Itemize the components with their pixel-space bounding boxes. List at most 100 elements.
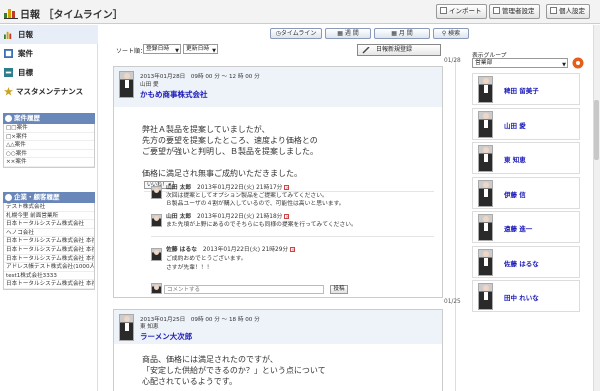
daily-report-card: 2013年01月25日 09時 00 分 ～ 18 時 00 分 東 知恵 ラー… bbox=[113, 309, 443, 391]
my-avatar bbox=[151, 283, 162, 294]
history-icon bbox=[5, 115, 12, 122]
nav-item-targets[interactable]: 目標 bbox=[0, 63, 98, 82]
delete-comment-icon[interactable]: × bbox=[284, 214, 290, 219]
report-author: 山田 愛 bbox=[140, 82, 159, 88]
scrollbar-thumb[interactable] bbox=[594, 100, 599, 160]
member-name[interactable]: 伊藤 信 bbox=[504, 189, 526, 199]
user-icon bbox=[550, 7, 557, 14]
timeline-axis bbox=[455, 58, 456, 391]
report-body-line: 商品、価格には満足されたのですが、 bbox=[142, 355, 278, 364]
member-card[interactable]: 田中 れいな bbox=[472, 280, 580, 312]
daily-report-icon bbox=[4, 31, 12, 39]
list-item[interactable]: 日本トータルシステム株式会社 bbox=[4, 220, 94, 229]
company-link[interactable]: ラーメン大次郎 bbox=[140, 331, 192, 342]
member-name[interactable]: 稗田 留美子 bbox=[504, 85, 539, 95]
list-item[interactable]: 札幌今里 前面営業所 bbox=[4, 212, 94, 221]
member-card[interactable]: 稗田 留美子 bbox=[472, 73, 580, 105]
avatar bbox=[478, 179, 493, 207]
list-item[interactable]: テスト株式会社 bbox=[4, 203, 94, 212]
list-item[interactable]: 日本トータルシステム株式会社 本社(札幌) bbox=[4, 246, 94, 255]
report-body-line: ご要望が強いと判明し、Ｂ製品を提案しました。 bbox=[142, 147, 318, 156]
post-comment-button[interactable]: 投稿 bbox=[330, 285, 348, 294]
comment-avatar bbox=[151, 248, 162, 261]
page-scrollbar[interactable] bbox=[593, 25, 600, 391]
list-item[interactable]: △△案件 bbox=[4, 141, 94, 150]
timeline-button[interactable]: ◷タイムライン bbox=[270, 28, 322, 39]
client-history-list: テスト株式会社 札幌今里 前面営業所 日本トータルシステム株式会社 ヘノコ会社 日本トー… bbox=[3, 203, 95, 290]
sort-select-registered[interactable]: 登録日時 ▼ bbox=[143, 44, 181, 54]
report-datetime: 2013年01月28日 09時 00 分 ～ 12 時 00 分 bbox=[140, 74, 260, 80]
delete-comment-icon[interactable]: × bbox=[290, 247, 296, 252]
client-history-header: 企業・顧客履歴 bbox=[3, 192, 95, 203]
chart-logo-icon bbox=[4, 5, 18, 19]
list-item[interactable]: アドレス帳テスト株式会社(1000人) bbox=[4, 263, 94, 272]
dropdown-arrow-icon: ▼ bbox=[212, 48, 216, 54]
case-history-list: □□案件 □×案件 △△案件 ○○案件 ××案件 bbox=[3, 124, 95, 168]
nav-item-cases[interactable]: 案件 bbox=[0, 44, 98, 63]
list-item[interactable]: □×案件 bbox=[4, 133, 94, 142]
list-item[interactable]: 日本トータルシステム株式会社 本社(札幌)22 bbox=[4, 280, 94, 289]
page-title: 日報 ［タイムライン］ bbox=[20, 10, 123, 21]
report-author: 東 知恵 bbox=[140, 324, 159, 330]
member-name[interactable]: 東 知恵 bbox=[504, 154, 526, 164]
member-card[interactable]: 山田 愛 bbox=[472, 107, 580, 140]
history-icon bbox=[5, 194, 12, 201]
avatar bbox=[119, 71, 134, 98]
personal-settings-button[interactable]: 個人設定 bbox=[546, 4, 590, 19]
star-icon bbox=[4, 87, 13, 96]
comment-text: Ｂ製品ユーザの４割が購入しているので、可能性は高いと思います。 bbox=[166, 201, 345, 207]
avatar bbox=[478, 248, 493, 276]
member-card[interactable]: 佐藤 はるな bbox=[472, 245, 580, 278]
nav-item-daily[interactable]: 日報 bbox=[0, 25, 98, 44]
avatar bbox=[119, 314, 134, 341]
import-icon bbox=[440, 7, 447, 14]
case-history-header: 案件履歴 bbox=[3, 113, 95, 124]
import-button[interactable]: インポート bbox=[436, 4, 487, 19]
report-body-line: 価格に満足され無事ご成約いただきました。 bbox=[142, 169, 302, 178]
divider bbox=[151, 236, 434, 237]
list-item[interactable]: ヘノコ会社 bbox=[4, 229, 94, 238]
week-icon: ▦ bbox=[337, 30, 345, 37]
member-card[interactable]: 遠藤 進一 bbox=[472, 211, 580, 243]
report-body-line: 弊社Ａ製品を提案していましたが、 bbox=[142, 125, 270, 134]
list-item[interactable]: test1株式会社3333 bbox=[4, 272, 94, 281]
list-item[interactable]: □□案件 bbox=[4, 124, 94, 133]
comment-avatar bbox=[151, 186, 162, 199]
daily-report-card: 2013年01月28日 09時 00 分 ～ 12 時 00 分 山田 愛 かも… bbox=[113, 66, 443, 298]
list-item[interactable]: ××案件 bbox=[4, 158, 94, 167]
member-card[interactable]: 東 知恵 bbox=[472, 142, 580, 174]
search-button[interactable]: ⚲ 検索 bbox=[433, 28, 469, 39]
list-item[interactable]: 日本トータルシステム株式会社 本社(札幌)4 bbox=[4, 255, 94, 264]
comment-text: さすが先輩！！！ bbox=[166, 265, 213, 271]
pencil-icon bbox=[362, 47, 370, 54]
date-marker: 01/28 bbox=[444, 58, 461, 64]
date-marker: 01/25 bbox=[444, 299, 461, 305]
avatar bbox=[478, 145, 493, 172]
member-name[interactable]: 田中 れいな bbox=[504, 292, 539, 302]
avatar bbox=[478, 283, 493, 310]
dropdown-arrow-icon: ▼ bbox=[175, 48, 179, 54]
company-link[interactable]: かもめ商事株式会社 bbox=[140, 89, 208, 100]
nav-item-master[interactable]: マスタメンテナンス bbox=[0, 82, 98, 101]
comment-input[interactable] bbox=[164, 285, 324, 294]
list-item[interactable]: ○○案件 bbox=[4, 150, 94, 159]
sort-select-updated[interactable]: 更新日時 ▼ bbox=[183, 44, 218, 54]
comment-text: ご成約おめでとうございます。 bbox=[166, 256, 247, 262]
month-view-button[interactable]: ▦ 月 間 bbox=[374, 28, 430, 39]
month-icon: ▦ bbox=[391, 30, 399, 37]
member-name[interactable]: 佐藤 はるな bbox=[504, 258, 539, 268]
avatar bbox=[478, 214, 493, 241]
new-daily-report-button[interactable]: 日報新規登録 bbox=[357, 44, 441, 56]
admin-icon bbox=[493, 7, 500, 14]
member-card[interactable]: 伊藤 信 bbox=[472, 176, 580, 209]
member-name[interactable]: 遠藤 進一 bbox=[504, 223, 532, 233]
comment-avatar bbox=[151, 214, 162, 227]
list-item[interactable]: 日本トータルシステム株式会社 本社(札幌) bbox=[4, 237, 94, 246]
avatar bbox=[478, 76, 493, 103]
member-name[interactable]: 山田 愛 bbox=[504, 120, 526, 130]
delete-comment-icon[interactable]: × bbox=[284, 185, 290, 190]
target-icon bbox=[4, 68, 13, 77]
report-body-line: 先方の要望を提案したところ、速度より価格との bbox=[142, 136, 318, 145]
week-view-button[interactable]: ▦ 週 間 bbox=[325, 28, 371, 39]
admin-settings-button[interactable]: 管理者設定 bbox=[489, 4, 540, 19]
